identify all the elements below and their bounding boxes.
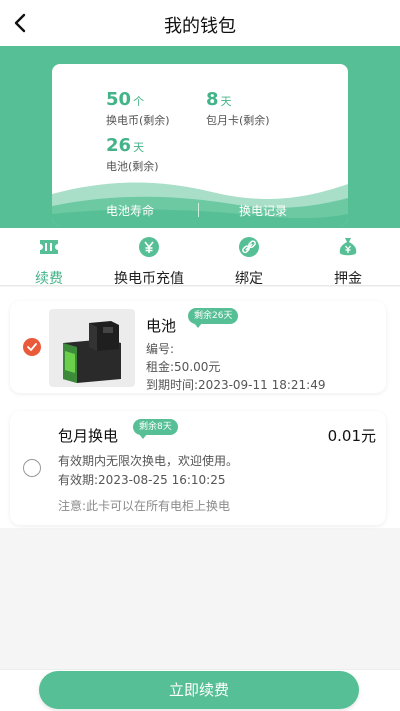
wallet-card: 50 个 换电币(剩余) 8天 包月卡(剩余) 26 天 电池(剩余) [52,64,348,226]
swap-coin-value: 50 [106,89,132,110]
monthly-swap-validity: 有效期:2023-08-25 16:10:25 [58,473,226,487]
tab-renew-label: 续费 [35,271,63,287]
tab-deposit[interactable]: 押金 [323,236,373,287]
battery-expiry: 到期时间:2023-09-11 18:21:49 [146,378,326,392]
swap-coin-unit: 个 [133,95,145,108]
check-icon [27,343,37,351]
yuan-coin-icon [139,237,159,257]
money-bag-icon [339,238,357,256]
monthly-swap-name: 包月换电 [58,427,119,445]
battery-rent: 租金:50.00元 [146,360,221,374]
monthly-card-unit: 天 [220,95,232,108]
battery-days-unit: 天 [133,141,145,154]
battery-item-checkbox[interactable] [23,338,41,356]
monthly-card-label: 包月卡(剩余) [206,114,270,127]
monthly-card-value: 8 [206,89,219,110]
monthly-swap-description: 有效期内无限次换电，欢迎使用。 [58,454,239,468]
wallet-hero: 50 个 换电币(剩余) 8天 包月卡(剩余) 26 天 电池(剩余) 电池寿命 换… [0,46,400,228]
header: 我的钱包 [0,0,400,46]
battery-item-name: 电池 [146,317,177,335]
card-divider [198,203,199,217]
link-icon [239,237,259,257]
card-wave-decoration [52,182,348,226]
tab-bind-label: 绑定 [235,271,263,287]
swap-coin-stat: 50 个 换电币(剩余) [106,90,170,128]
renewal-list: 电池 剩余26天 编号: 租金:50.00元 到期时间:2023-09-11 1… [0,287,400,528]
tab-coin-recharge[interactable]: 换电币充值 [104,236,194,287]
page-title: 我的钱包 [164,16,236,37]
ticket-icon [40,240,58,254]
battery-item[interactable]: 电池 剩余26天 编号: 租金:50.00元 到期时间:2023-09-11 1… [10,301,386,393]
monthly-swap-item[interactable]: 包月换电 剩余8天 0.01元 有效期内无限次换电，欢迎使用。 有效期:2023… [10,411,386,525]
swap-coin-label: 换电币(剩余) [106,114,170,127]
tab-coin-recharge-label: 换电币充值 [114,271,184,287]
renew-now-button[interactable]: 立即续费 [39,671,359,709]
monthly-card-stat: 8天 包月卡(剩余) [206,90,270,128]
tab-bind[interactable]: 绑定 [224,236,274,287]
battery-serial-number: 编号: [146,342,175,356]
tab-renew[interactable]: 续费 [24,236,74,287]
battery-image [49,309,135,387]
monthly-swap-price: 0.01元 [327,427,376,445]
battery-remaining-badge: 剩余26天 [188,308,239,328]
battery-days-value: 26 [106,135,132,156]
battery-stat: 26 天 电池(剩余) [106,136,159,174]
monthly-swap-remaining-badge: 剩余8天 [133,419,178,439]
battery-life-link[interactable]: 电池寿命 [106,202,154,219]
monthly-swap-note: 注意:此卡可以在所有电柜上换电 [58,499,231,513]
tab-deposit-label: 押金 [334,271,362,287]
tab-bar: 续费 换电币充值 绑定 押金 [0,228,400,287]
swap-record-link[interactable]: 换电记录 [239,202,287,219]
monthly-swap-checkbox[interactable] [23,459,41,477]
